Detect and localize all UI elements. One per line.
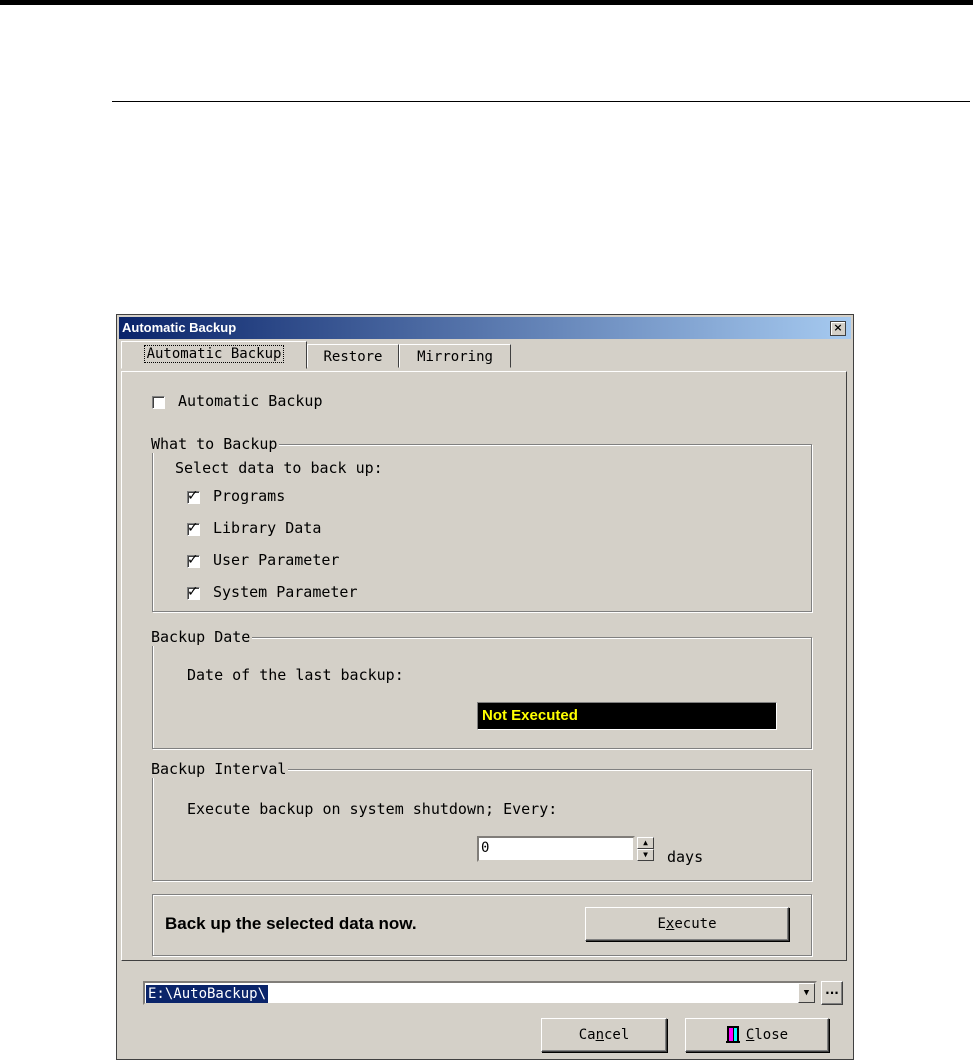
days-unit-label: days bbox=[667, 848, 704, 866]
execute-message: Back up the selected data now. bbox=[165, 914, 417, 933]
checkmark-icon: ✓ bbox=[187, 584, 199, 600]
system-parameter-checkbox[interactable]: ✓ bbox=[187, 584, 200, 600]
what-to-backup-legend: What to Backup bbox=[151, 435, 280, 453]
spin-up-icon[interactable]: ▲ bbox=[637, 837, 654, 849]
checkmark-icon: ✓ bbox=[187, 488, 199, 504]
backup-interval-group: Backup Interval Execute backup on system… bbox=[151, 760, 812, 881]
backup-date-group: Backup Date Date of the last backup: Not… bbox=[151, 628, 812, 749]
tab-mirroring[interactable]: Mirroring bbox=[399, 344, 511, 368]
tab-panel-automatic-backup: Automatic Backup What to Backup Select d… bbox=[121, 371, 847, 961]
close-button[interactable]: Close bbox=[685, 1018, 829, 1052]
spin-down-icon[interactable]: ▼ bbox=[637, 849, 654, 861]
system-parameter-label: System Parameter bbox=[213, 583, 358, 601]
chevron-down-icon[interactable]: ▼ bbox=[798, 983, 815, 1003]
programs-checkbox[interactable]: ✓ bbox=[187, 488, 200, 504]
tab-automatic-backup[interactable]: Automatic Backup bbox=[121, 341, 307, 369]
user-parameter-label: User Parameter bbox=[213, 551, 340, 569]
programs-label: Programs bbox=[213, 487, 286, 505]
checkmark-icon: ✓ bbox=[187, 520, 199, 536]
automatic-backup-dialog: Automatic Backup × Automatic Backup Rest… bbox=[116, 314, 854, 1060]
page-divider-rule bbox=[112, 101, 970, 102]
library-data-label: Library Data bbox=[213, 519, 322, 537]
backup-interval-legend: Backup Interval bbox=[151, 760, 289, 778]
interval-days-input[interactable]: 0 bbox=[477, 836, 635, 862]
select-data-prompt: Select data to back up: bbox=[175, 459, 383, 477]
last-backup-value: Not Executed bbox=[477, 702, 777, 730]
execute-button[interactable]: Execute bbox=[585, 907, 789, 941]
tab-restore[interactable]: Restore bbox=[307, 344, 399, 368]
interval-spinner[interactable]: ▲ ▼ bbox=[637, 837, 654, 861]
automatic-backup-label: Automatic Backup bbox=[178, 392, 323, 410]
last-backup-label: Date of the last backup: bbox=[187, 666, 404, 684]
door-icon bbox=[725, 1023, 740, 1043]
automatic-backup-checkbox[interactable] bbox=[152, 396, 165, 409]
backup-path-value: E:\AutoBackup\ bbox=[146, 985, 269, 1003]
library-data-checkbox[interactable]: ✓ bbox=[187, 520, 200, 536]
execute-section: Back up the selected data now. Execute bbox=[152, 894, 812, 956]
backup-path-combo[interactable]: E:\AutoBackup\ ▼ bbox=[143, 981, 817, 1005]
browse-button[interactable]: ... bbox=[821, 981, 843, 1005]
checkmark-icon: ✓ bbox=[187, 552, 199, 568]
window-title: Automatic Backup bbox=[122, 320, 237, 335]
what-to-backup-group: What to Backup Select data to back up: ✓… bbox=[151, 435, 812, 612]
page-top-rule bbox=[0, 0, 973, 5]
interval-label: Execute backup on system shutdown; Every… bbox=[187, 800, 558, 818]
close-icon[interactable]: × bbox=[830, 321, 846, 336]
cancel-button[interactable]: Cancel bbox=[541, 1018, 667, 1052]
backup-date-legend: Backup Date bbox=[151, 628, 253, 646]
title-bar[interactable]: Automatic Backup × bbox=[119, 317, 851, 339]
user-parameter-checkbox[interactable]: ✓ bbox=[187, 552, 200, 568]
